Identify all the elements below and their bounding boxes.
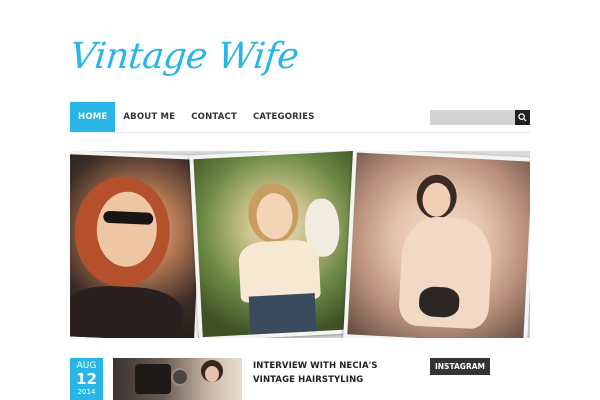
post-title-link[interactable]: INTERVIEW WITH NECIA'S VINTAGE HAIRSTYLI…: [253, 359, 413, 387]
person-face-shape: [205, 366, 219, 382]
search-form: [430, 110, 530, 125]
nav-item-about-me[interactable]: ABOUT ME: [115, 102, 183, 132]
featured-slider[interactable]: [70, 151, 530, 338]
slider-photo-3[interactable]: [343, 151, 530, 338]
post-date-year: 2014: [77, 388, 96, 396]
site-logo[interactable]: Vintage Wife: [68, 36, 301, 77]
camera-shape: [135, 364, 171, 394]
photo-woman-with-owl: [193, 151, 363, 338]
instagram-widget-title: INSTAGRAM: [430, 358, 490, 375]
post-date-day: 12: [76, 370, 97, 388]
jeans-shape: [248, 293, 317, 337]
sunglasses-shape: [103, 210, 154, 225]
post-date-badge: AUG 12 2014: [70, 358, 103, 400]
photo-woman-sunglasses: [70, 154, 202, 338]
post-thumbnail[interactable]: [113, 358, 242, 400]
search-button[interactable]: [515, 110, 530, 125]
search-icon: [518, 113, 527, 122]
search-input[interactable]: [430, 110, 515, 125]
lens-shape: [171, 368, 189, 386]
nav-item-contact[interactable]: CONTACT: [183, 102, 245, 132]
shadow-shape: [418, 286, 460, 319]
slider-photo-2[interactable]: [189, 151, 367, 338]
dress-shape: [70, 284, 185, 338]
slider-photo-1[interactable]: [70, 151, 207, 338]
nav-item-home[interactable]: HOME: [70, 102, 116, 132]
nav-item-categories[interactable]: CATEGORIES: [245, 102, 323, 132]
photo-woman-seated: [347, 152, 530, 338]
